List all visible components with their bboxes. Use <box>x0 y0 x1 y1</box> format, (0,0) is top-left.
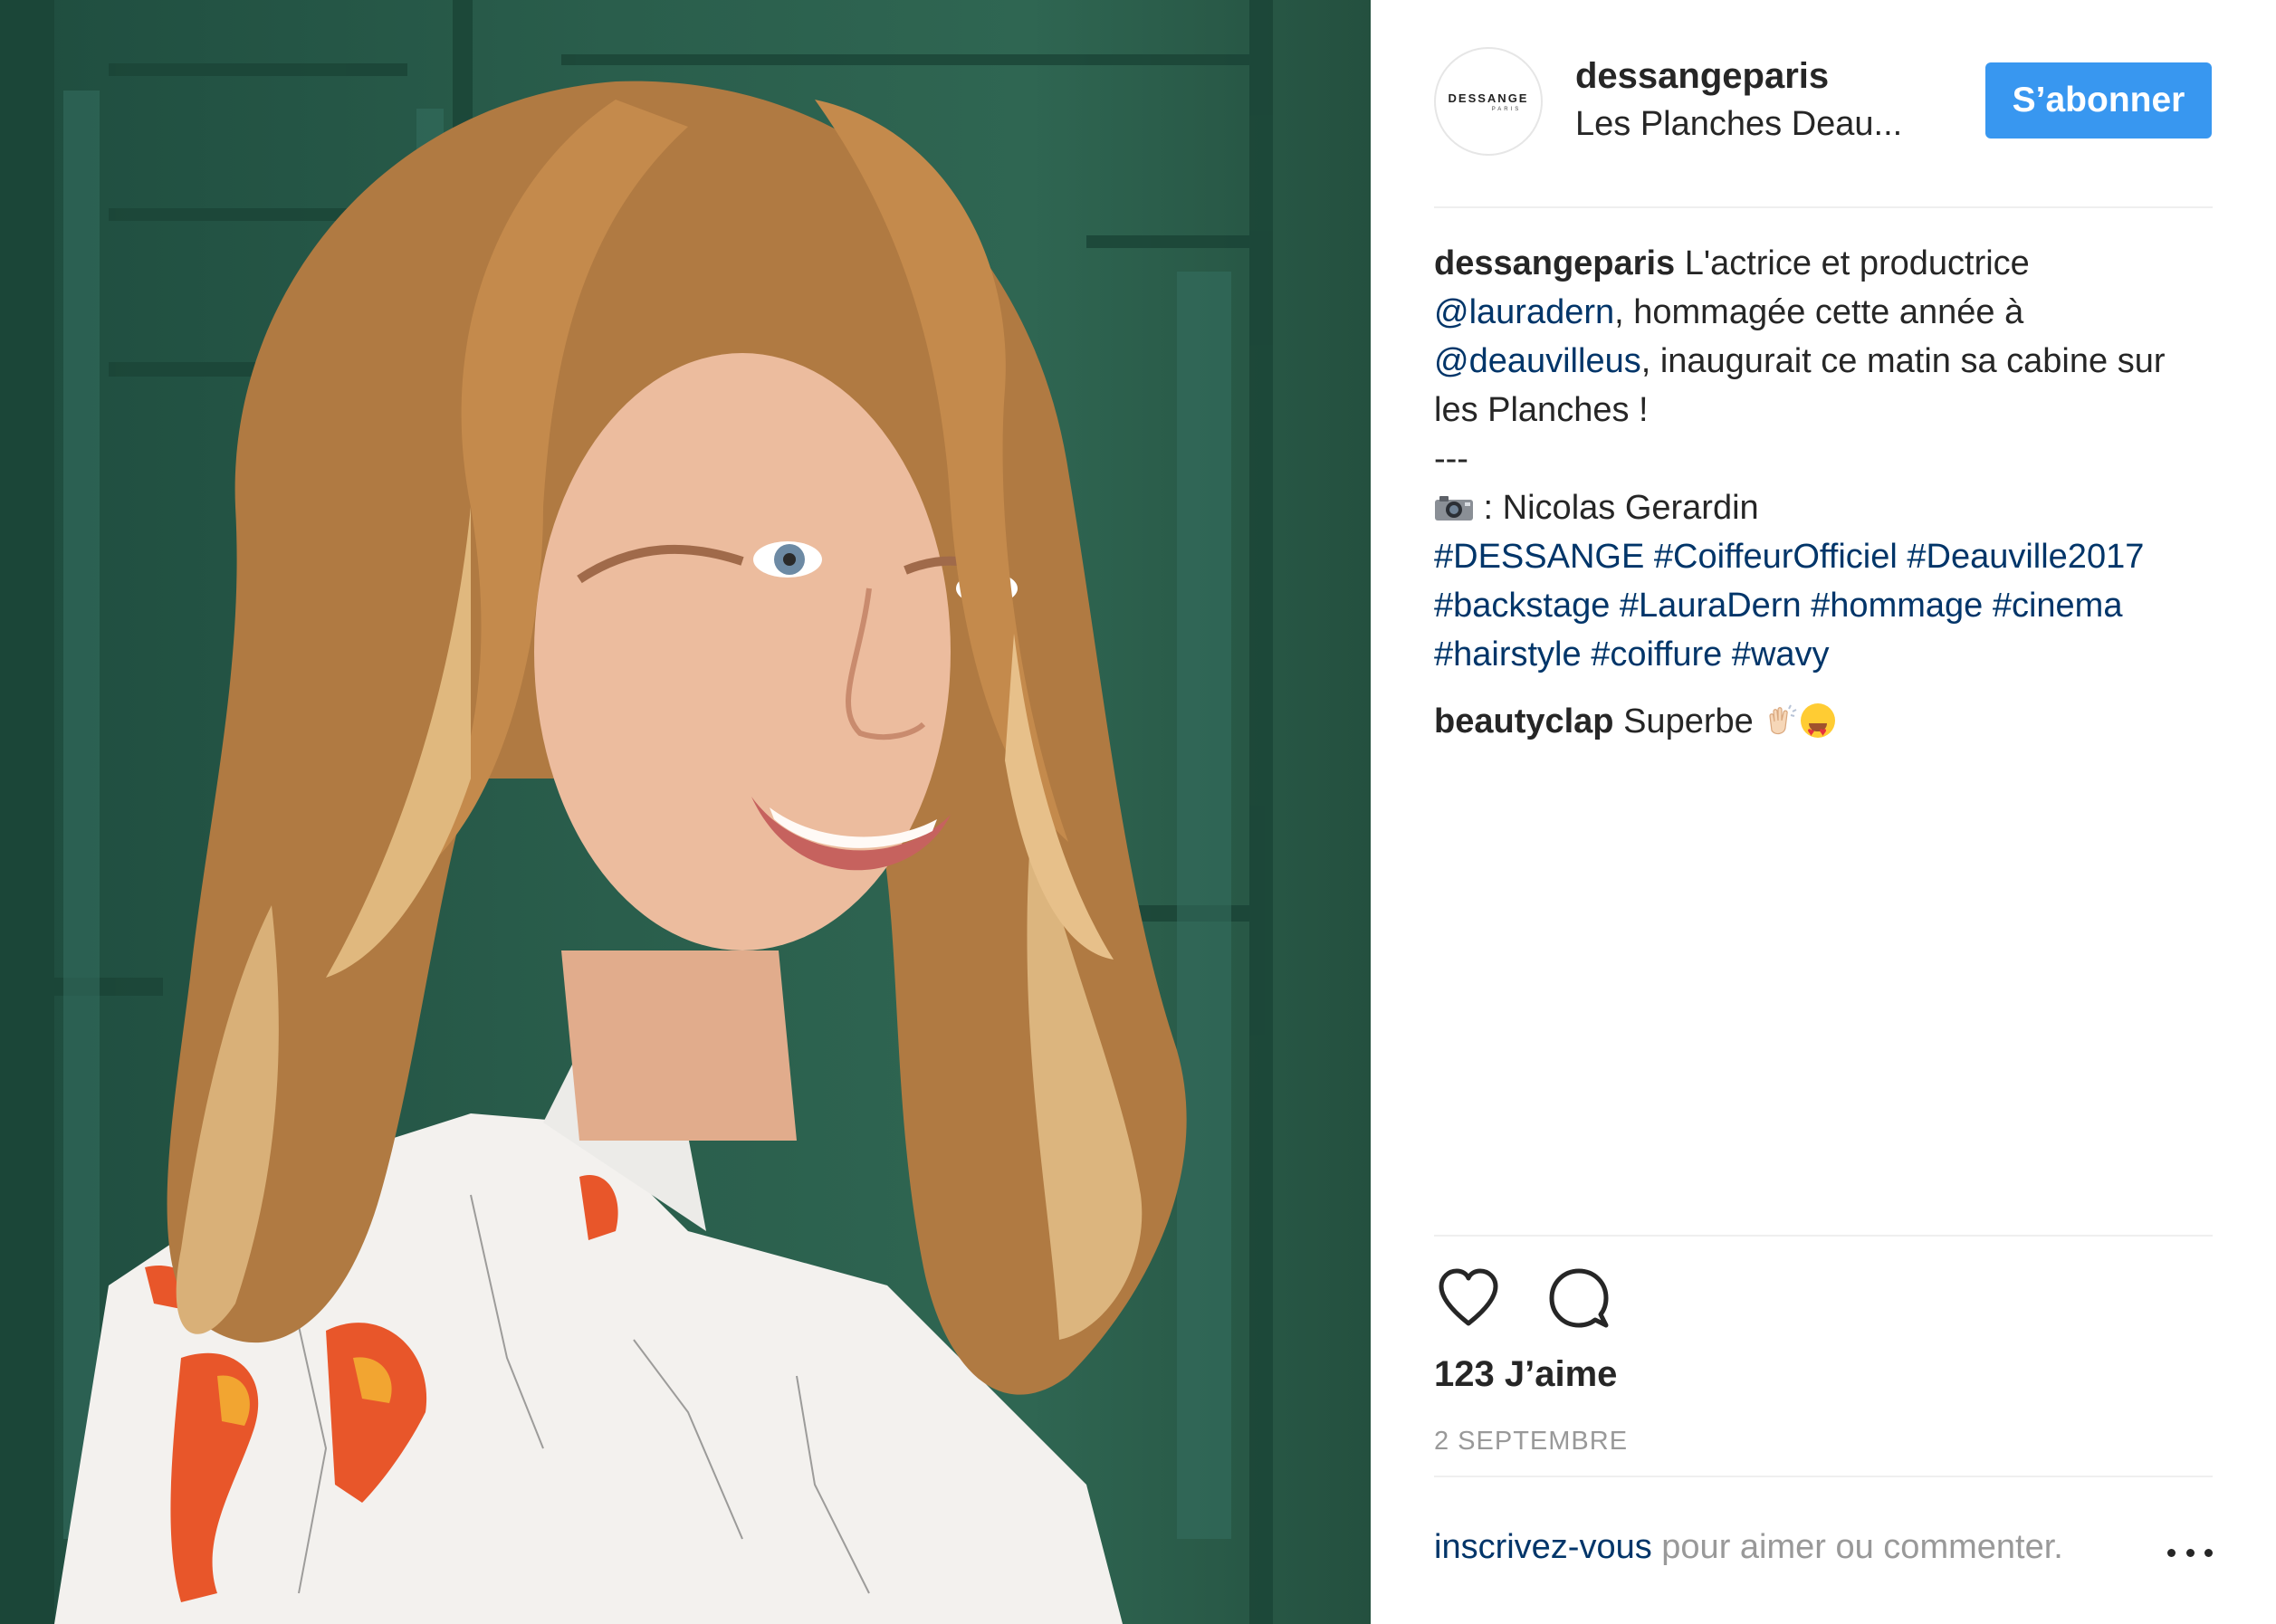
actions-divider <box>1434 1235 2213 1237</box>
likes-count[interactable]: 123 J’aime <box>1434 1354 1617 1395</box>
mention-lauradern[interactable]: @lauradern <box>1434 293 1614 331</box>
header-location[interactable]: Les Planches Deau... <box>1575 105 1902 144</box>
mention-deauvilleus[interactable]: @deauvilleus <box>1434 342 1641 380</box>
camera-emoji-icon <box>1435 496 1473 521</box>
more-options-icon[interactable] <box>2167 1539 2213 1566</box>
hashtags-line-2[interactable]: #backstage #LauraDern #hommage #cinema <box>1434 581 2222 630</box>
caption-line-1: dessangeparis L'actrice et productrice <box>1434 239 2222 288</box>
caption-credit-text: : Nicolas Gerardin <box>1474 489 1759 527</box>
avatar-brand: DESSANGE <box>1448 91 1529 105</box>
footer-divider <box>1434 1476 2213 1477</box>
follow-button[interactable]: S’abonner <box>1985 62 2212 139</box>
heart-icon[interactable] <box>1434 1264 1503 1333</box>
post-date[interactable]: 2 SEPTEMBRE <box>1434 1427 1628 1457</box>
comment: beautyclap Superbe <box>1434 697 1836 756</box>
post-photo[interactable] <box>0 0 1371 1624</box>
clapping-hands-emoji-icon <box>1769 704 1797 735</box>
signup-link[interactable]: inscrivez-vous <box>1434 1528 1652 1566</box>
post-caption: dessangeparis L'actrice et productrice @… <box>1434 239 2222 679</box>
post-actions <box>1434 1264 1615 1336</box>
hashtags-line-3[interactable]: #hairstyle #coiffure #wavy <box>1434 630 2222 679</box>
more-dot <box>2204 1548 2213 1557</box>
post-header: DESSANGE PARIS dessangeparis Les Planche… <box>1434 47 2213 156</box>
more-dot <box>2185 1548 2195 1557</box>
caption-credit: : Nicolas Gerardin <box>1434 483 2222 532</box>
login-prompt: inscrivez-vous pour aimer ou commenter. <box>1434 1528 2063 1567</box>
caption-text-3: , inaugurait ce matin sa cabine sur <box>1640 342 2166 380</box>
caption-line-4: les Planches ! <box>1434 391 1649 429</box>
more-dot <box>2167 1548 2176 1557</box>
caption-separator: --- <box>1434 440 1468 478</box>
header-username[interactable]: dessangeparis <box>1575 56 1829 97</box>
portrait-illustration <box>0 0 1273 1624</box>
caption-line-2: @lauradern, hommagée cette année à <box>1434 288 2222 337</box>
caption-line-3: @deauvilleus, inaugurait ce matin sa cab… <box>1434 337 2222 386</box>
avatar-brand-sub: PARIS <box>1491 106 1522 112</box>
comment-text: Superbe <box>1613 702 1764 740</box>
header-divider <box>1434 206 2213 208</box>
heart-eyes-emoji-icon <box>1801 703 1836 756</box>
caption-text-2: , hommagée cette année à <box>1614 293 2024 331</box>
caption-author[interactable]: dessangeparis <box>1434 244 1675 282</box>
hashtags-line-1[interactable]: #DESSANGE #CoiffeurOfficiel #Deauville20… <box>1434 532 2222 581</box>
caption-text-1: L'actrice et productrice <box>1675 244 2030 282</box>
comment-author[interactable]: beautyclap <box>1434 702 1614 740</box>
comment-bubble-icon[interactable] <box>1544 1264 1613 1333</box>
signup-text: pour aimer ou commenter. <box>1651 1528 2063 1566</box>
avatar[interactable]: DESSANGE PARIS <box>1434 47 1543 156</box>
post-details-panel: DESSANGE PARIS dessangeparis Les Planche… <box>1371 0 2276 1624</box>
